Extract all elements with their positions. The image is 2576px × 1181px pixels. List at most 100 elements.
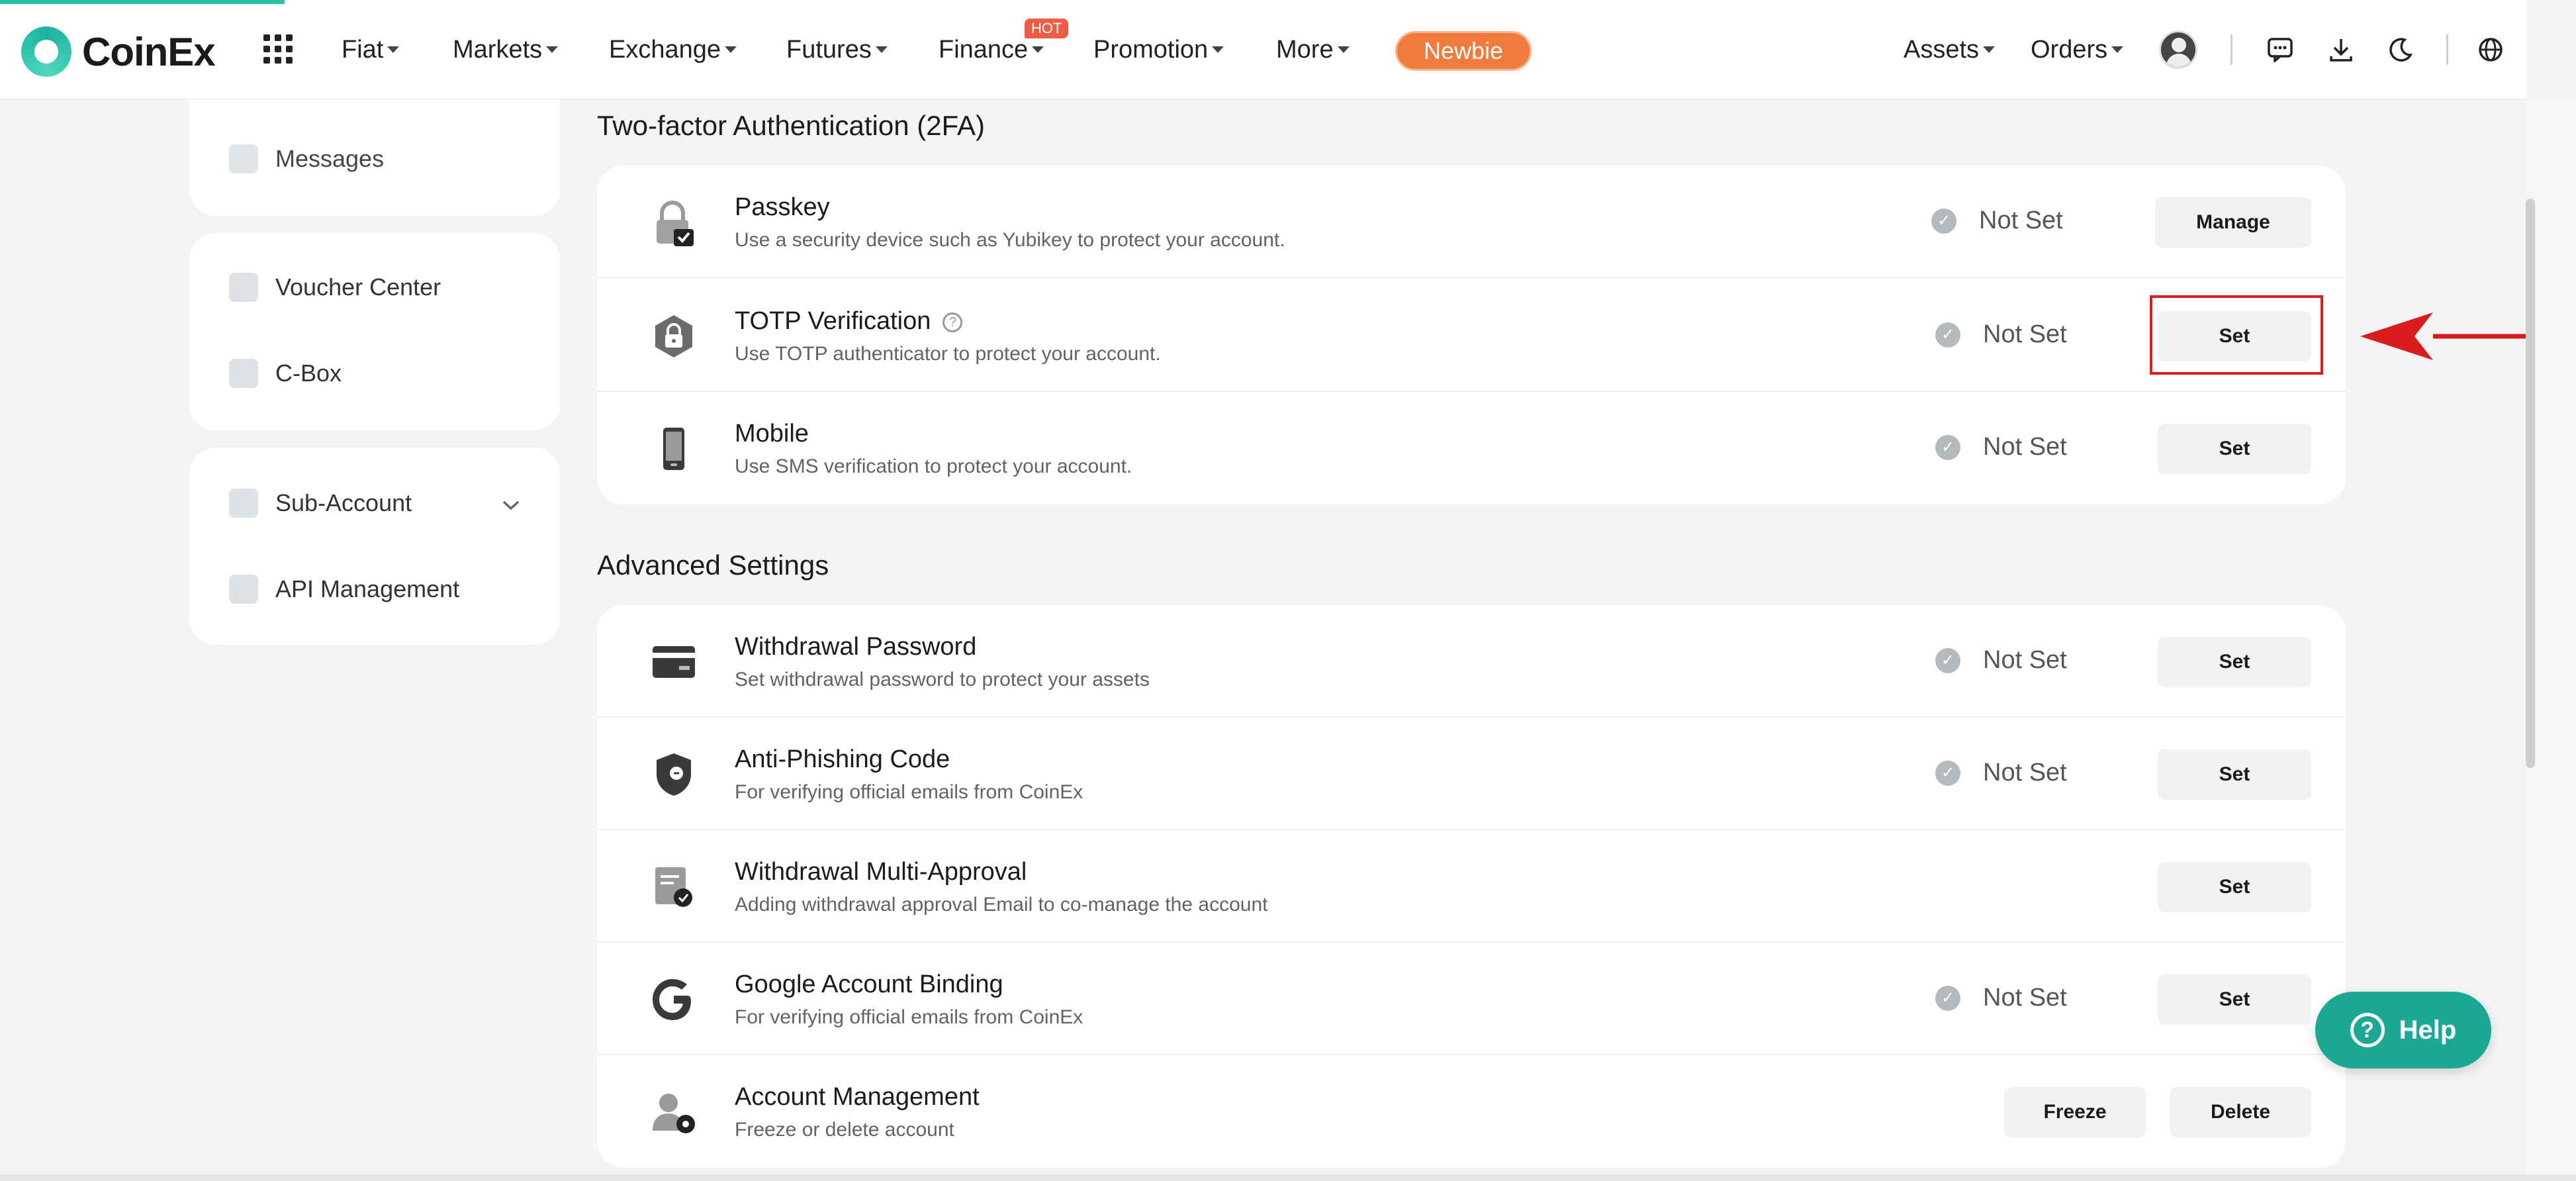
top-navigation-bar: CoinEx Fiat Markets Exchange Futures Fin… [0,0,2527,99]
row-description: Set withdrawal password to protect your … [735,669,1150,690]
sidebar-item-label: API Management [275,575,460,602]
mobile-set-button[interactable]: Set [2158,424,2311,474]
caret-down-icon [1983,46,1996,53]
row-title: Mobile [735,420,809,448]
caret-down-icon [1212,46,1224,53]
delete-account-button[interactable]: Delete [2170,1087,2311,1137]
nav-markets[interactable]: Markets [453,0,559,99]
row-description: For verifying official emails from CoinE… [735,781,1083,803]
status-not-set: ✓ Not Set [1935,984,2067,1012]
row-anti-phishing: Anti-Phishing Code For verifying officia… [597,718,2346,830]
caret-down-icon [1337,46,1350,53]
cbox-icon [229,359,258,388]
section-title-advanced: Advanced Settings [597,549,829,581]
download-icon[interactable] [2326,34,2356,65]
check-circle-icon: ✓ [1931,208,1956,234]
dark-mode-moon-icon[interactable] [2385,34,2416,65]
sidebar-item-api-management[interactable]: API Management [229,575,459,604]
help-button[interactable]: ? Help [2315,992,2491,1068]
nav-promotion[interactable]: Promotion [1093,0,1224,99]
sidebar-item-voucher-center[interactable]: Voucher Center [229,273,441,302]
row-title: Withdrawal Password [735,633,977,661]
top-accent-line [0,0,285,4]
row-totp: TOTP Verification? Use TOTP authenticato… [597,279,2346,392]
caret-down-icon [387,46,400,53]
question-help-icon[interactable]: ? [943,312,963,332]
chevron-down-icon[interactable] [502,489,520,517]
anti-phishing-shield-icon [650,751,698,798]
check-circle-icon: ✓ [1935,760,1960,786]
nav-orders[interactable]: Orders [2031,0,2124,99]
section-title-2fa: Two-factor Authentication (2FA) [597,110,985,141]
check-circle-icon: ✓ [1935,985,1960,1011]
row-account-management: Account Management Freeze or delete acco… [597,1055,2346,1168]
newbie-button[interactable]: Newbie [1395,31,1532,71]
row-passkey: Passkey Use a security device such as Yu… [597,165,2346,278]
sidebar-item-messages[interactable]: Messages [229,144,384,173]
message-icon [229,144,258,173]
google-binding-set-button[interactable]: Set [2158,974,2311,1025]
highlight-box [2150,295,2323,375]
row-google-account-binding: Google Account Binding For verifying off… [597,943,2346,1055]
nav-exchange[interactable]: Exchange [609,0,737,99]
question-circle-icon: ? [2350,1013,2385,1047]
status-not-set: ✓ Not Set [1935,646,2067,675]
nav-fiat[interactable]: Fiat [342,0,400,99]
card-2fa: Passkey Use a security device such as Yu… [597,165,2346,504]
row-mobile: Mobile Use SMS verification to protect y… [597,392,2346,504]
user-avatar[interactable] [2159,30,2197,69]
divider [2231,34,2232,65]
coinex-logo-icon [21,26,71,77]
row-title: Account Management [735,1083,980,1111]
nav-more[interactable]: More [1276,0,1350,99]
withdrawal-password-set-button[interactable]: Set [2158,637,2311,687]
apps-grid-icon[interactable] [263,34,293,64]
nav-futures[interactable]: Futures [786,0,888,99]
nav-finance[interactable]: Finance [939,0,1044,99]
bottom-edge [0,1174,2576,1181]
passkey-manage-button[interactable]: Manage [2155,197,2311,248]
caret-down-icon [546,46,559,53]
nav-assets[interactable]: Assets [1904,0,1996,99]
row-title: Withdrawal Multi-Approval [735,858,1027,886]
caret-down-icon [725,46,737,53]
freeze-account-button[interactable]: Freeze [2004,1087,2146,1137]
row-title: TOTP Verification? [735,307,963,336]
row-title: Passkey [735,193,830,221]
row-title: Google Account Binding [735,970,1003,998]
status-not-set: ✓ Not Set [1935,433,2067,461]
sub-account-icon [229,489,258,518]
chat-icon[interactable] [2265,34,2295,65]
card-password-icon [650,638,698,686]
sidebar-item-label: C-Box [275,359,342,387]
multi-approval-document-icon [650,863,698,911]
sidebar-card-account: Sub-Account API Management [189,448,560,645]
caret-down-icon [2111,46,2124,53]
row-withdrawal-multi-approval: Withdrawal Multi-Approval Adding withdra… [597,830,2346,943]
row-description: Use TOTP authenticator to protect your a… [735,343,1161,365]
sidebar-item-label: Messages [275,145,385,172]
anti-phishing-set-button[interactable]: Set [2158,749,2311,800]
sidebar-item-label: Voucher Center [275,273,441,301]
divider [2446,34,2448,65]
caret-down-icon [1032,46,1044,53]
google-icon [650,976,698,1023]
status-not-set: ✓ Not Set [1931,207,2063,235]
row-description: Freeze or delete account [735,1119,954,1141]
row-description: For verifying official emails from CoinE… [735,1006,1083,1028]
status-not-set: ✓ Not Set [1935,320,2067,349]
multi-approval-set-button[interactable]: Set [2158,862,2311,912]
sidebar-item-cbox[interactable]: C-Box [229,359,342,388]
check-circle-icon: ✓ [1935,322,1960,348]
scrollbar-thumb[interactable] [2526,199,2535,768]
help-label: Help [2399,1015,2457,1045]
sidebar-item-sub-account[interactable]: Sub-Account [229,489,520,518]
check-circle-icon: ✓ [1935,647,1960,673]
account-settings-icon [650,1088,698,1136]
globe-language-icon[interactable] [2475,34,2506,65]
row-description: Use SMS verification to protect your acc… [735,455,1132,477]
row-description: Adding withdrawal approval Email to co-m… [735,894,1268,916]
coinex-logo[interactable]: CoinEx [21,25,216,78]
brand-name: CoinEx [82,29,216,74]
passkey-lock-icon [650,199,698,246]
